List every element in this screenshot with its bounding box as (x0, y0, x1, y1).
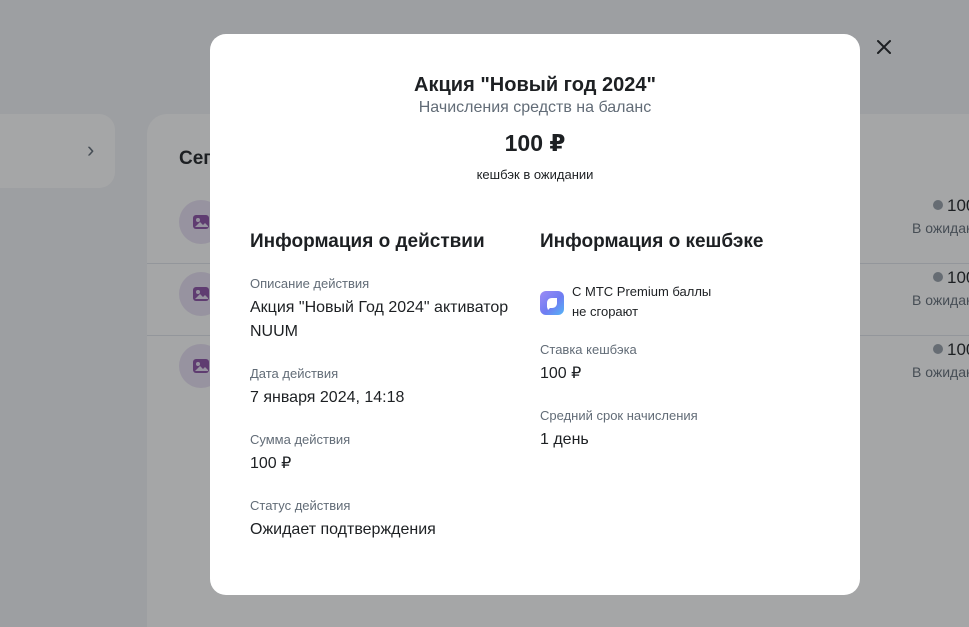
field-label: Дата действия (250, 366, 339, 381)
field-label: Описание действия (250, 276, 370, 291)
modal-title: Акция "Новый год 2024" (414, 74, 656, 96)
field-value: 100 ₽ (540, 365, 582, 382)
field-label: Статус действия (250, 498, 351, 513)
premium-note: С МТС Premium баллы не сгорают (540, 282, 800, 322)
cashback-info-heading: Информация о кешбэке (540, 231, 764, 252)
field-value: 7 января 2024, 14:18 (250, 389, 405, 406)
modal-subtitle: Начисления средств на баланс (418, 99, 652, 116)
premium-text: С МТС Premium баллы не сгорают (572, 284, 712, 319)
field-label: Ставка кешбэка (540, 342, 637, 357)
action-description-field: Описание действия Акция "Новый Год 2024"… (250, 276, 535, 344)
cashback-rate-field: Ставка кешбэка 100 ₽ (540, 342, 820, 386)
field-value: 100 ₽ (250, 455, 292, 472)
field-value: Акция "Новый Год 2024" активатор NUUM (250, 299, 509, 340)
action-info-section: Информация о действии Описание действия … (250, 230, 535, 538)
action-info-heading: Информация о действии (250, 231, 485, 252)
close-icon (877, 40, 891, 54)
cashback-amount: 100 ₽ (504, 130, 566, 156)
action-date-field: Дата действия 7 января 2024, 14:18 (250, 366, 535, 410)
field-value: 1 день (540, 431, 589, 448)
cashback-info-section: Информация о кешбэке С МТС Premium баллы… (540, 230, 820, 448)
mts-premium-icon (540, 291, 564, 315)
action-status-field: Статус действия Ожидает подтверждения (250, 498, 535, 542)
cashback-amount-label: кешбэк в ожидании (476, 167, 594, 182)
close-button[interactable] (873, 36, 895, 58)
field-label: Сумма действия (250, 432, 351, 447)
field-value: Ожидает подтверждения (250, 521, 436, 538)
action-sum-field: Сумма действия 100 ₽ (250, 432, 535, 476)
cashback-details-modal: Акция "Новый год 2024" Начисления средст… (210, 34, 860, 595)
field-label: Средний срок начисления (540, 408, 698, 423)
accrual-period-field: Средний срок начисления 1 день (540, 408, 820, 452)
